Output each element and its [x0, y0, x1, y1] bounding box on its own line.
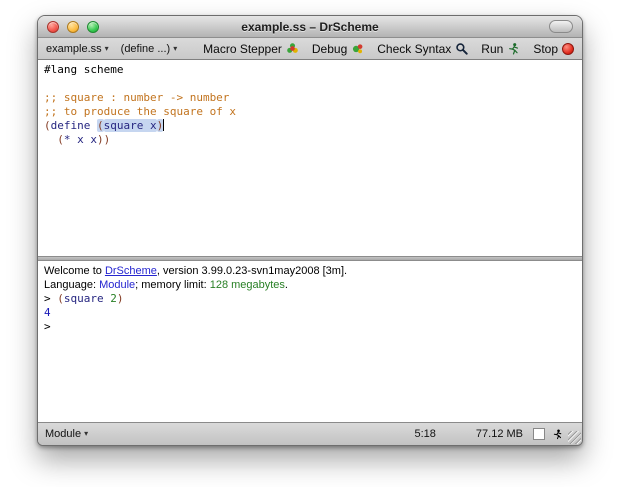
running-man-icon: [552, 428, 563, 441]
close-button[interactable]: [47, 21, 59, 33]
chevron-down-icon: ▾: [105, 45, 109, 53]
toolbar-toggle-button[interactable]: [549, 20, 573, 33]
code-segment: square: [64, 292, 104, 305]
chevron-down-icon: ▾: [84, 430, 88, 438]
traffic-lights: [47, 16, 99, 37]
macro-stepper-label: Macro Stepper: [203, 42, 282, 56]
stop-label: Stop: [533, 42, 558, 56]
code-segment: (: [44, 133, 64, 146]
file-dropdown-label: example.ss: [46, 43, 102, 55]
code-line: (define (square x): [44, 119, 576, 133]
drscheme-window: example.ss – DrScheme example.ss ▾ (defi…: [37, 15, 583, 446]
caret-position: 5:18: [414, 428, 435, 440]
code-line: (* x x)): [44, 133, 576, 147]
debug-button[interactable]: Debug: [312, 42, 364, 56]
code-segment: ; memory limit:: [135, 279, 210, 291]
code-segment: define: [51, 119, 91, 132]
code-segment: Language:: [44, 279, 99, 291]
run-button[interactable]: Run: [481, 42, 520, 56]
code-segment: 128 megabytes: [210, 279, 285, 291]
code-segment: , version 3.99.0.23-svn1may2008 [3m].: [157, 265, 347, 277]
code-line: ;; to produce the square of x: [44, 105, 576, 119]
code-segment: )): [97, 133, 110, 146]
check-syntax-button[interactable]: Check Syntax: [377, 42, 468, 56]
definitions-editor[interactable]: #lang scheme ;; square : number -> numbe…: [38, 60, 582, 256]
memory-usage: 77.12 MB: [476, 428, 523, 440]
repl-prompt-line: >: [44, 320, 576, 334]
language-dropdown[interactable]: Module ▾: [45, 428, 88, 440]
stop-icon: [562, 43, 574, 55]
code-segment: 4: [44, 306, 51, 319]
define-dropdown-label: (define ...): [121, 43, 171, 55]
code-segment: (: [97, 119, 104, 132]
code-line: ;; square : number -> number: [44, 91, 576, 105]
code-segment: DrScheme: [105, 265, 157, 277]
resize-grip[interactable]: [568, 431, 581, 444]
status-bar: Module ▾ 5:18 77.12 MB: [38, 422, 582, 445]
run-label: Run: [481, 42, 503, 56]
code-segment: square x: [104, 119, 157, 132]
chevron-down-icon: ▾: [173, 45, 177, 53]
macro-stepper-icon: [286, 42, 299, 55]
code-segment: (: [57, 292, 64, 305]
code-segment: >: [44, 292, 57, 305]
code-segment: ): [157, 119, 164, 132]
code-segment: [90, 119, 97, 132]
file-dropdown[interactable]: example.ss ▾: [46, 43, 109, 55]
check-syntax-label: Check Syntax: [377, 42, 451, 56]
macro-stepper-button[interactable]: Macro Stepper: [203, 42, 299, 56]
minimize-button[interactable]: [67, 21, 79, 33]
code-segment: Module: [99, 279, 135, 291]
runner-icon: [507, 42, 520, 56]
stop-button[interactable]: Stop: [533, 42, 574, 56]
output-line: Welcome to DrScheme, version 3.99.0.23-s…: [44, 264, 576, 278]
code-segment: * x x: [64, 133, 97, 146]
magnifier-icon: [455, 42, 468, 55]
titlebar: example.ss – DrScheme: [38, 16, 582, 38]
define-dropdown[interactable]: (define ...) ▾: [121, 43, 178, 55]
toolbar-buttons: Macro Stepper Debug Check Syntax Run Sto…: [203, 42, 574, 56]
repl-input-line: > (square 2): [44, 292, 576, 306]
interactions-editor[interactable]: Welcome to DrScheme, version 3.99.0.23-s…: [38, 261, 582, 422]
code-segment: .: [285, 279, 288, 291]
code-segment: Welcome to: [44, 265, 105, 277]
window-title: example.ss – DrScheme: [241, 20, 378, 34]
code-segment: (: [44, 119, 51, 132]
code-segment: >: [44, 320, 51, 333]
output-line: Language: Module; memory limit: 128 mega…: [44, 278, 576, 292]
code-segment: ;; square : number -> number: [44, 91, 229, 104]
debug-icon: [351, 42, 364, 55]
debug-label: Debug: [312, 42, 347, 56]
language-dropdown-label: Module: [45, 428, 81, 440]
code-segment: [163, 119, 164, 131]
code-segment: #lang scheme: [44, 63, 123, 76]
gc-indicator: [533, 428, 545, 440]
repl-result-line: 4: [44, 306, 576, 320]
code-segment: ;; to produce the square of x: [44, 105, 236, 118]
code-line: #lang scheme: [44, 63, 576, 77]
toolbar: example.ss ▾ (define ...) ▾ Macro Steppe…: [38, 38, 582, 60]
code-line: [44, 77, 576, 91]
toolbar-left: example.ss ▾ (define ...) ▾: [46, 43, 177, 55]
code-segment: ): [117, 292, 124, 305]
zoom-button[interactable]: [87, 21, 99, 33]
code-segment: 2: [110, 292, 117, 305]
